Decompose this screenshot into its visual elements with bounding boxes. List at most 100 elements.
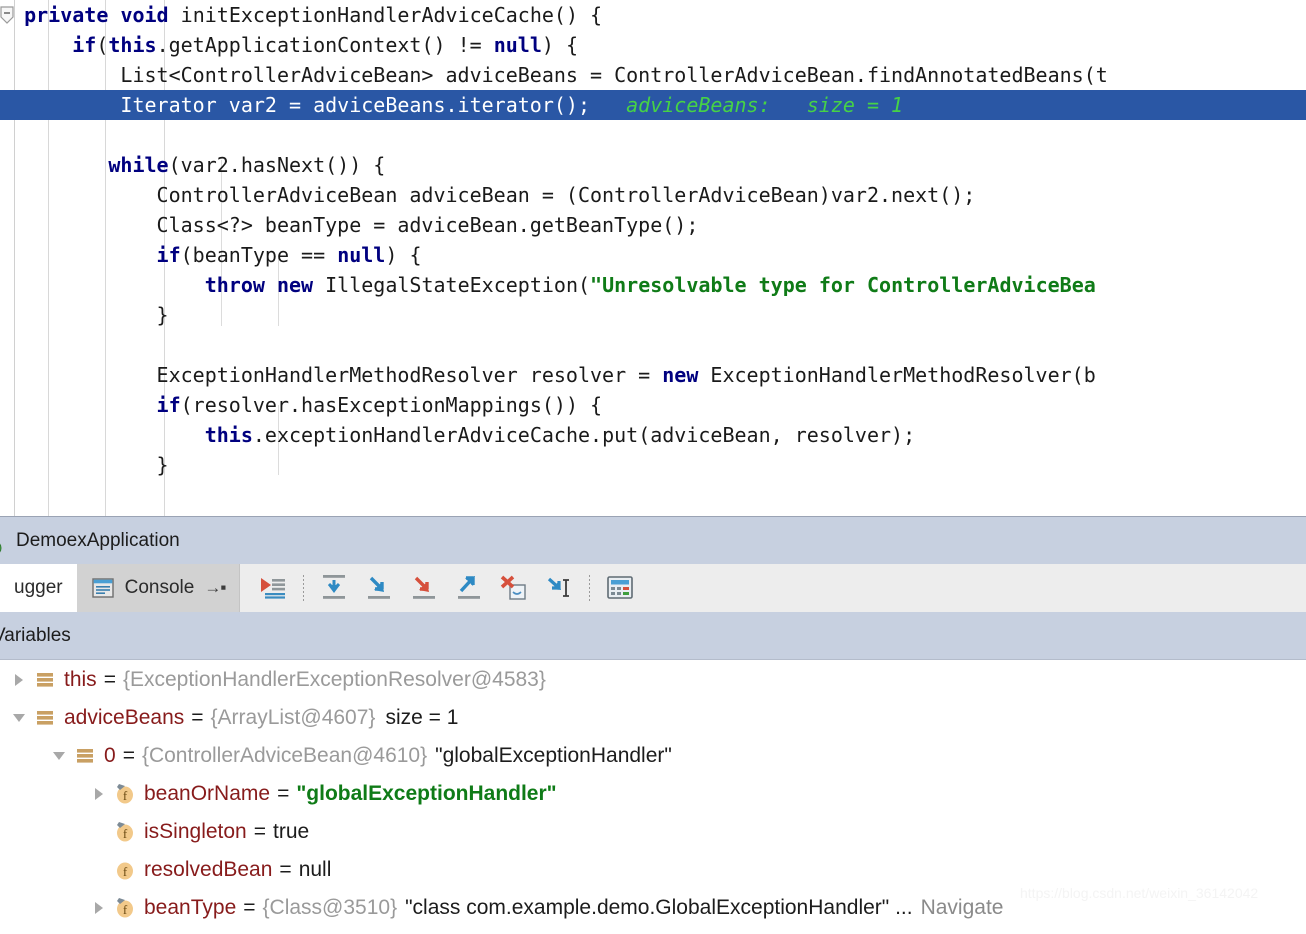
- code-line[interactable]: List<ControllerAdviceBean> adviceBeans =…: [0, 60, 1306, 90]
- variable-row[interactable]: f beanOrName = "globalExceptionHandler": [0, 775, 1306, 813]
- variable-type-ref: {ArrayList@4607}: [210, 706, 376, 729]
- object-node-icon: [72, 745, 98, 767]
- run-to-cursor-icon[interactable]: [538, 570, 580, 606]
- variable-name: this: [64, 668, 97, 691]
- variable-row[interactable]: f isSingleton = true: [0, 813, 1306, 851]
- code-editor[interactable]: private void initExceptionHandlerAdviceC…: [0, 0, 1306, 516]
- variable-name: beanOrName: [144, 782, 271, 805]
- code-token: if: [72, 33, 97, 57]
- code-token: null: [337, 243, 386, 267]
- force-step-into-icon[interactable]: [403, 570, 445, 606]
- chevron-right-icon[interactable]: [86, 775, 112, 813]
- variable-type-ref: {ControllerAdviceBean@4610}: [141, 744, 428, 767]
- field-final-icon: f: [112, 821, 138, 843]
- code-token: null: [493, 33, 542, 57]
- show-execution-point-icon[interactable]: [252, 570, 294, 606]
- code-line[interactable]: Class<?> beanType = adviceBean.getBeanTy…: [0, 210, 1306, 240]
- variable-type-ref: {ExceptionHandlerExceptionResolver@4583}: [122, 668, 546, 691]
- code-line[interactable]: throw new IllegalStateException("Unresol…: [0, 270, 1306, 300]
- variable-row[interactable]: f beanType = {Class@3510} "class com.example…: [0, 889, 1306, 927]
- variable-equals: =: [103, 668, 116, 691]
- code-line-current[interactable]: Iterator var2 = adviceBeans.iterator(); …: [0, 90, 1306, 120]
- step-over-icon[interactable]: [313, 570, 355, 606]
- code-token: private: [24, 3, 109, 27]
- variable-row[interactable]: adviceBeans = {ArrayList@4607} size = 1: [0, 699, 1306, 737]
- console-window-icon: [91, 576, 115, 600]
- variable-equals: =: [279, 858, 292, 881]
- code-token: IllegalStateException(: [313, 273, 591, 297]
- debugger-window: private void initExceptionHandlerAdviceC…: [0, 0, 1306, 934]
- variable-equals: =: [253, 820, 266, 843]
- code-line[interactable]: ControllerAdviceBean adviceBean = (Contr…: [0, 180, 1306, 210]
- field-icon: f: [112, 859, 138, 881]
- variable-row[interactable]: f resolvedBean = null: [0, 851, 1306, 889]
- chevron-down-icon[interactable]: [6, 699, 32, 737]
- code-line[interactable]: if(beanType == null) {: [0, 240, 1306, 270]
- code-token: (: [96, 33, 109, 57]
- variable-size: size = 1: [385, 706, 459, 729]
- code-token: throw: [204, 273, 265, 297]
- chevron-down-icon[interactable]: [46, 737, 72, 775]
- code-line[interactable]: if(resolver.hasExceptionMappings()) {: [0, 390, 1306, 420]
- code-token: }: [0, 453, 169, 477]
- chevron-right-icon[interactable]: [6, 661, 32, 699]
- svg-text:f: f: [123, 902, 128, 917]
- code-line[interactable]: this.exceptionHandlerAdviceCache.put(adv…: [0, 420, 1306, 450]
- inline-debug-hint: adviceBeans: size = 1: [590, 93, 904, 117]
- toolbar-separator: [589, 575, 591, 601]
- variable-equals: =: [277, 782, 290, 805]
- code-line[interactable]: [0, 330, 1306, 360]
- evaluate-expression-icon[interactable]: [599, 570, 641, 606]
- variables-tree[interactable]: this = {ExceptionHandlerExceptionResolver@…: [0, 661, 1306, 934]
- code-token: "Unresolvable type for ControllerAdviceB…: [590, 273, 1096, 297]
- tab-console[interactable]: Console →▪: [76, 564, 240, 612]
- variable-row[interactable]: 0 = {ControllerAdviceBean@4610} "globalExce…: [0, 737, 1306, 775]
- tab-console-label: Console: [124, 577, 195, 598]
- code-token: this: [204, 423, 253, 447]
- debug-tab-row: ugger Console →▪: [0, 564, 1306, 612]
- code-token: (resolver.hasExceptionMappings()) {: [180, 393, 603, 417]
- code-token: initExceptionHandlerAdviceCache() {: [168, 3, 603, 27]
- code-token: .exceptionHandlerAdviceCache.put(adviceB…: [252, 423, 916, 447]
- object-node-icon: [32, 669, 58, 691]
- code-line[interactable]: if(this.getApplicationContext() != null)…: [0, 30, 1306, 60]
- code-line[interactable]: }: [0, 450, 1306, 480]
- variable-name: resolvedBean: [144, 858, 273, 881]
- svg-text:f: f: [123, 826, 128, 841]
- step-out-icon[interactable]: [448, 570, 490, 606]
- code-line[interactable]: }: [0, 300, 1306, 330]
- variable-value: "globalExceptionHandler": [435, 744, 672, 767]
- code-line[interactable]: [0, 120, 1306, 150]
- variable-name: beanType: [144, 896, 237, 919]
- tab-debugger-label: ugger: [14, 577, 63, 598]
- field-final-icon: f: [112, 783, 138, 805]
- code-token: Class<?> beanType = adviceBean.getBeanTy…: [0, 213, 699, 237]
- code-token: (var2.hasNext()) {: [168, 153, 386, 177]
- code-token: void: [120, 3, 169, 27]
- code-line-list: private void initExceptionHandlerAdviceC…: [0, 0, 1306, 516]
- debug-toolbar: [239, 564, 1306, 612]
- svg-text:f: f: [123, 864, 128, 879]
- unpin-tab-icon[interactable]: →▪: [204, 578, 226, 598]
- variables-header: Variables: [0, 612, 1306, 660]
- code-token: new: [276, 273, 314, 297]
- tab-debugger[interactable]: ugger: [0, 564, 77, 612]
- variable-name: 0: [104, 744, 116, 767]
- variable-value: null: [298, 858, 332, 881]
- variable-row[interactable]: this = {ExceptionHandlerExceptionResolver@…: [0, 661, 1306, 699]
- step-into-icon[interactable]: [358, 570, 400, 606]
- chevron-right-icon[interactable]: [86, 889, 112, 927]
- code-token: }: [0, 303, 169, 327]
- code-line[interactable]: ExceptionHandlerMethodResolver resolver …: [0, 360, 1306, 390]
- code-line[interactable]: while(var2.hasNext()) {: [0, 150, 1306, 180]
- code-line[interactable]: private void initExceptionHandlerAdviceC…: [0, 0, 1306, 30]
- navigate-link[interactable]: Navigate: [921, 896, 1004, 920]
- drop-frame-icon[interactable]: [493, 570, 535, 606]
- code-token: new: [662, 363, 699, 387]
